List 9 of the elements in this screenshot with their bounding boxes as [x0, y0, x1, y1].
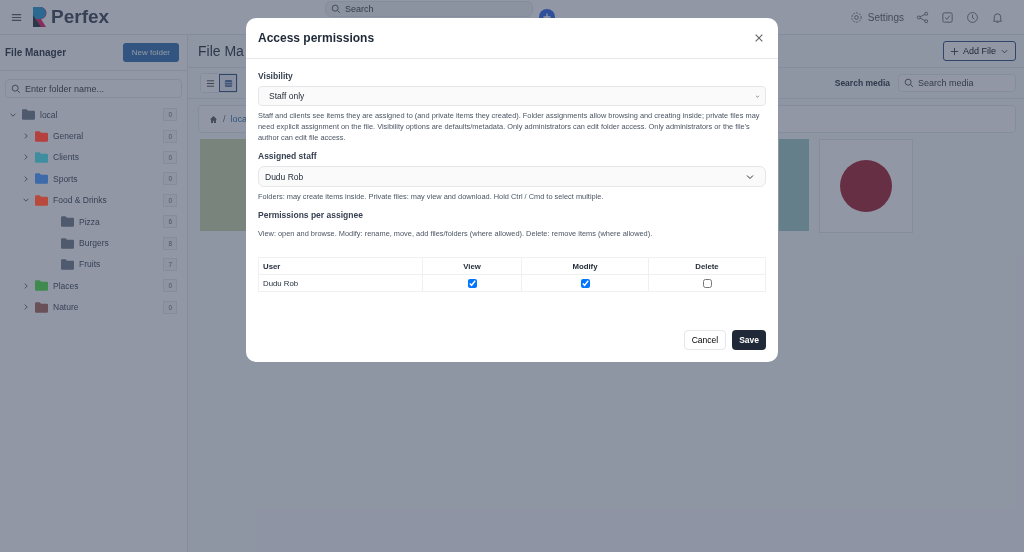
page-title: File Ma [198, 43, 244, 59]
breadcrumb-separator: / [223, 114, 226, 124]
field-label: Assigned staff [258, 151, 317, 161]
field-label: Visibility [258, 71, 293, 81]
search-media-label: Search media [834, 78, 890, 88]
sidebar-title: File Manager [5, 47, 67, 58]
brand-name: Perfex [51, 6, 110, 28]
field-label: Permissions per assignee [258, 210, 363, 220]
dialog-title: Access permissions [258, 31, 375, 45]
